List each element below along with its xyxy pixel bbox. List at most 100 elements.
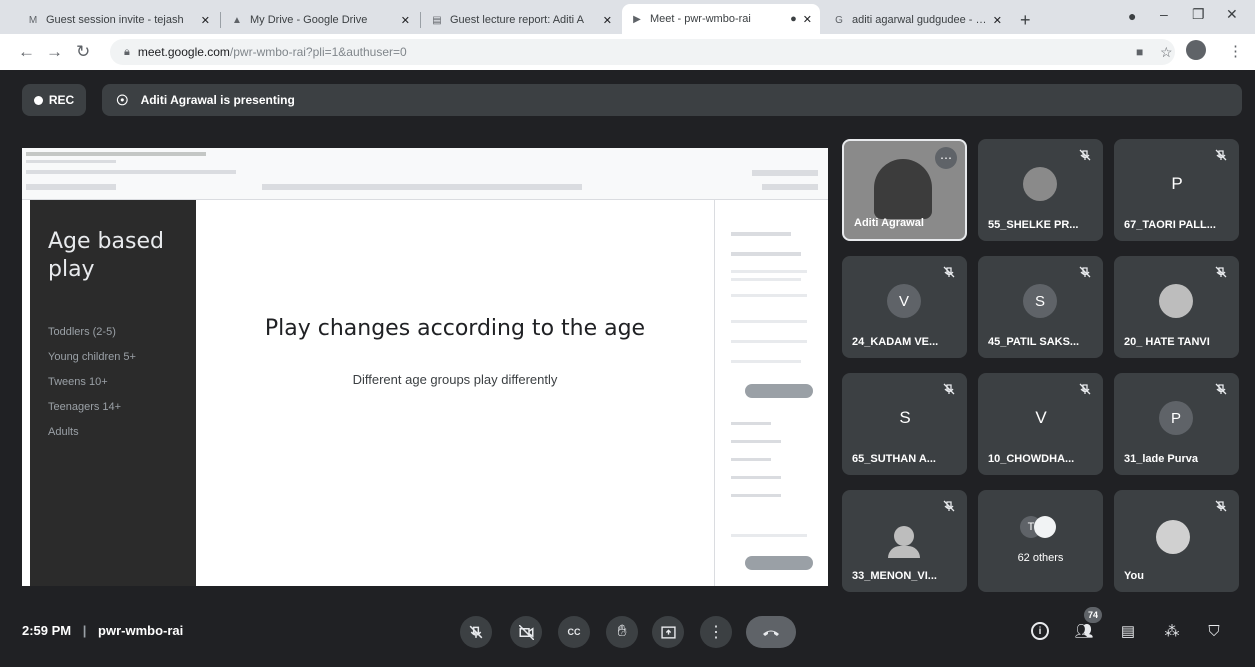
tab-search-icon[interactable]: ● <box>1128 8 1136 24</box>
address-bar-row: ← → ↻ 🔒︎ meet.google.com/pwr-wmbo-rai?pl… <box>0 34 1255 70</box>
participant-name: 45_PATIL SAKS... <box>988 336 1080 348</box>
browser-tab-google[interactable]: G aditi agarwal gudgudee - Go ✕ <box>824 6 1010 34</box>
close-tab-icon[interactable]: ✕ <box>803 13 812 26</box>
person-body <box>888 546 920 558</box>
meeting-details: 2:59 PM | pwr-wmbo-rai <box>22 623 183 638</box>
participant-name: 33_MENON_VI... <box>852 570 937 582</box>
slide-sidebar-item: Toddlers (2-5) <box>48 326 116 338</box>
recording-indicator-icon: ● <box>790 13 797 25</box>
shared-app-title <box>26 152 206 156</box>
maximize-icon[interactable]: ❐ <box>1192 6 1205 23</box>
camera-in-use-icon[interactable]: ■ <box>1136 45 1143 59</box>
side-panel-line <box>731 360 801 363</box>
side-panel-line <box>731 320 807 323</box>
mic-off-icon <box>1079 383 1091 395</box>
url-bar[interactable]: 🔒︎ meet.google.com/pwr-wmbo-rai?pli=1&au… <box>110 39 1175 65</box>
participant-tile[interactable]: ⋯ Aditi Agrawal <box>842 139 967 241</box>
close-tab-icon[interactable]: ✕ <box>993 14 1002 27</box>
present-screen-icon <box>660 625 676 639</box>
mic-off-icon <box>1215 500 1227 512</box>
browser-tab-docs[interactable]: ▤ Guest lecture report: Aditi A ✕ <box>422 6 620 34</box>
mic-off-icon <box>469 625 483 639</box>
shared-screen: Age based play Toddlers (2-5) Young chil… <box>22 148 828 586</box>
side-panel-line <box>731 440 781 443</box>
profile-avatar[interactable] <box>1186 40 1206 60</box>
mic-off-icon <box>1079 149 1091 161</box>
google-icon: G <box>835 14 843 26</box>
self-tile[interactable]: You <box>1114 490 1239 592</box>
participant-name: 31_lade Purva <box>1124 453 1198 465</box>
slide-sidebar-title-line1: Age based <box>48 229 164 254</box>
close-tab-icon[interactable]: ✕ <box>603 14 612 27</box>
side-panel-line <box>731 458 771 461</box>
participant-tile[interactable]: 20_ HATE TANVI <box>1114 256 1239 358</box>
people-button[interactable]: 👥︎ 74 <box>1070 607 1102 645</box>
browser-tab-gmail[interactable]: M Guest session invite - tejash ✕ <box>18 6 218 34</box>
shared-app-tools-left <box>26 184 116 190</box>
browser-menu-icon[interactable]: ⋮ <box>1228 42 1243 60</box>
meeting-time: 2:59 PM <box>22 623 72 638</box>
minimize-icon[interactable]: – <box>1160 6 1168 22</box>
participant-avatar-letter: P <box>1171 174 1183 193</box>
tab-divider <box>220 12 221 28</box>
captions-button[interactable]: CC <box>558 616 590 648</box>
side-panel-button[interactable] <box>745 556 813 570</box>
hang-up-icon <box>763 630 779 636</box>
captions-icon: CC <box>567 627 581 637</box>
participant-tile[interactable]: V 24_KADAM VE... <box>842 256 967 358</box>
slide-sidebar-item: Adults <box>48 426 79 438</box>
leave-call-button[interactable] <box>746 616 796 648</box>
side-panel-line <box>731 476 781 479</box>
participant-tile[interactable]: S 65_SUTHAN A... <box>842 373 967 475</box>
raise-hand-button[interactable]: ✋︎ <box>606 616 638 648</box>
participant-avatar: S <box>1023 284 1057 318</box>
close-tab-icon[interactable]: ✕ <box>401 14 410 27</box>
new-tab-button[interactable]: + <box>1012 6 1042 34</box>
close-tab-icon[interactable]: ✕ <box>201 14 210 27</box>
browser-chrome: M Guest session invite - tejash ✕ ▲ My D… <box>0 0 1255 70</box>
url-host: meet.google.com <box>137 45 230 59</box>
participant-tile[interactable]: 55_SHELKE PR... <box>978 139 1103 241</box>
mic-off-icon <box>943 266 955 278</box>
present-button[interactable] <box>652 616 684 648</box>
google-meet-icon: ▶ <box>633 13 641 25</box>
meeting-info-button[interactable]: i <box>1026 617 1054 645</box>
camera-button[interactable] <box>510 616 542 648</box>
side-panel-line <box>731 534 807 537</box>
mic-off-icon <box>943 383 955 395</box>
microphone-button[interactable] <box>460 616 492 648</box>
slide-sidebar: Age based play Toddlers (2-5) Young chil… <box>30 200 196 586</box>
reload-icon[interactable]: ↻ <box>76 42 90 62</box>
participant-name: 65_SUTHAN A... <box>852 453 936 465</box>
others-tile[interactable]: T 62 others <box>978 490 1103 592</box>
browser-tab-drive[interactable]: ▲ My Drive - Google Drive ✕ <box>222 6 418 34</box>
close-window-icon[interactable]: ✕ <box>1226 6 1238 23</box>
meet-area: REC ☉ Aditi Agrawal is presenting Age ba… <box>0 70 1255 667</box>
participant-tile[interactable]: V 10_CHOWDHA... <box>978 373 1103 475</box>
side-panel-line <box>731 294 807 297</box>
bookmark-star-icon[interactable]: ☆ <box>1160 44 1173 61</box>
forward-icon[interactable]: → <box>46 42 63 62</box>
activities-button[interactable]: ⁂ <box>1158 617 1186 645</box>
participant-tile[interactable]: P 67_TAORI PALL... <box>1114 139 1239 241</box>
mic-off-icon <box>943 500 955 512</box>
lock-icon[interactable]: 🔒︎ <box>124 46 130 59</box>
browser-tab-meet[interactable]: ▶ Meet - pwr-wmbo-rai ● ✕ <box>622 4 820 34</box>
back-icon[interactable]: ← <box>18 42 35 62</box>
host-controls-button[interactable]: ⛉ <box>1200 617 1228 645</box>
chat-icon: ▤ <box>1120 623 1136 640</box>
tab-title: Meet - pwr-wmbo-rai <box>650 13 751 25</box>
participant-name: 67_TAORI PALL... <box>1124 219 1216 231</box>
participant-tile[interactable]: 33_MENON_VI... <box>842 490 967 592</box>
more-options-button[interactable]: ⋮ <box>700 616 732 648</box>
participant-tile[interactable]: S 45_PATIL SAKS... <box>978 256 1103 358</box>
shared-app-tools-right <box>752 170 818 176</box>
side-panel-button[interactable] <box>745 384 813 398</box>
chat-button[interactable]: ▤ <box>1114 617 1142 645</box>
side-panel-line <box>731 494 781 497</box>
participant-tile[interactable]: P 31_lade Purva <box>1114 373 1239 475</box>
mic-off-icon <box>1215 383 1227 395</box>
more-options-icon[interactable]: ⋯ <box>935 147 957 169</box>
mic-off-icon <box>1215 266 1227 278</box>
others-count-label: 62 others <box>1017 552 1064 564</box>
